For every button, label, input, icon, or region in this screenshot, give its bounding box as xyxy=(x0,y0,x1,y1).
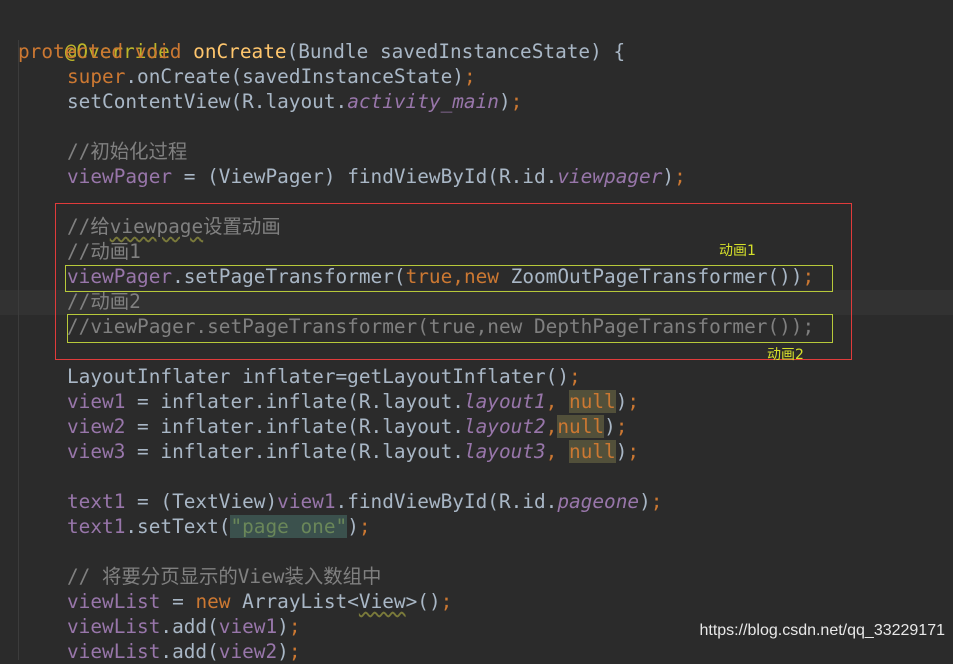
inflate-call: = inflater.inflate(R.layout. xyxy=(125,440,464,463)
semicolon: ; xyxy=(627,440,640,463)
keyword-new: new xyxy=(195,590,231,613)
findview-mid: = (ViewPager) findViewById(R.id. xyxy=(172,165,558,188)
code-line-findviewpager[interactable]: viewPager = (ViewPager) findViewById(R.i… xyxy=(67,164,686,189)
semicolon: ; xyxy=(510,90,523,113)
string-literal: "page one" xyxy=(230,515,348,538)
semicolon: ; xyxy=(650,490,663,513)
null-literal: null xyxy=(569,390,616,413)
code-line-view1[interactable]: view1 = inflater.inflate(R.layout.layout… xyxy=(67,389,639,414)
separator: , xyxy=(545,390,570,413)
layout-field: activity_main xyxy=(347,90,499,113)
setcontent-pre: setContentView(R.layout. xyxy=(67,90,348,113)
null-literal: null xyxy=(569,440,616,463)
var-text1: text1 xyxy=(67,515,126,538)
code-line-signature[interactable]: protected void onCreate(Bundle savedInst… xyxy=(18,39,625,64)
separator: , xyxy=(545,440,570,463)
method-name: onCreate xyxy=(193,40,287,63)
assign: = xyxy=(160,590,196,613)
keyword-protected: protected xyxy=(18,40,124,63)
method-params: (Bundle savedInstanceState) { xyxy=(286,40,626,63)
code-line-viewlist-new[interactable]: viewList = new ArrayList<View>(); xyxy=(67,589,452,614)
keyword-void: void xyxy=(134,40,182,63)
settext-call: .setText( xyxy=(125,515,231,538)
note-anim1: 动画1 xyxy=(719,243,756,259)
var-viewlist: viewList xyxy=(67,640,161,663)
code-line-annotation[interactable]: @Override xyxy=(18,14,170,63)
var-view2: view2 xyxy=(218,640,278,663)
close-paren: ) xyxy=(604,415,616,438)
setcontent-post: ) xyxy=(498,90,511,113)
var-view1: view1 xyxy=(277,490,336,513)
var-view1: view1 xyxy=(67,390,126,413)
id-field: pageone xyxy=(557,490,640,513)
layout-field: layout2 xyxy=(463,415,546,438)
indent-guide xyxy=(18,40,19,660)
inflate-call: = inflater.inflate(R.layout. xyxy=(125,390,464,413)
var-viewlist: viewList xyxy=(67,615,161,638)
code-line-text1-set[interactable]: text1.setText("page one"); xyxy=(67,514,371,539)
findview-post: ) xyxy=(662,165,675,188)
layout-field: layout3 xyxy=(463,440,546,463)
close-paren: ) xyxy=(615,390,628,413)
code-line-comment-init[interactable]: //初始化过程 xyxy=(67,139,187,164)
keyword-super: super xyxy=(67,65,126,88)
code-line-super[interactable]: super.onCreate(savedInstanceState); xyxy=(67,64,476,89)
semicolon: ; xyxy=(358,515,371,538)
add-call: .add( xyxy=(160,615,219,638)
watermark: https://blog.csdn.net/qq_33229171 xyxy=(699,622,945,639)
code-line-setcontentview[interactable]: setContentView(R.layout.activity_main); xyxy=(67,89,522,114)
cast: = (TextView) xyxy=(125,490,278,513)
code-line-view3[interactable]: view3 = inflater.inflate(R.layout.layout… xyxy=(67,439,639,464)
close-paren: ) xyxy=(277,615,289,638)
code-line-inflater[interactable]: LayoutInflater inflater=getLayoutInflate… xyxy=(67,364,581,389)
add-call: .add( xyxy=(160,640,219,663)
code-line-viewlist-add2[interactable]: viewList.add(view2); xyxy=(67,639,301,664)
inflate-call: = inflater.inflate(R.layout. xyxy=(125,415,464,438)
findview-mid: .findViewById(R.id. xyxy=(335,490,558,513)
note-anim2: 动画2 xyxy=(767,347,804,363)
comment-text: //初始化过程 xyxy=(67,140,188,163)
close-paren: ) xyxy=(615,440,628,463)
arraylist-type: ArrayList< xyxy=(230,590,359,613)
separator: , xyxy=(545,415,558,438)
semicolon: ; xyxy=(288,640,301,663)
comment-text: // 将要分页显示的View装入数组中 xyxy=(67,565,382,588)
code-line-comment-list[interactable]: // 将要分页显示的View装入数组中 xyxy=(67,564,381,589)
code-line-view2[interactable]: view2 = inflater.inflate(R.layout.layout… xyxy=(67,414,627,439)
highlight-box-transformer2 xyxy=(67,314,833,343)
semicolon: ; xyxy=(463,65,476,88)
var-text1: text1 xyxy=(67,490,126,513)
semicolon: ; xyxy=(674,165,686,188)
semicolon: ; xyxy=(615,415,628,438)
inflater-decl: LayoutInflater inflater=getLayoutInflate… xyxy=(67,365,569,388)
code-editor[interactable]: @Override protected void onCreate(Bundle… xyxy=(0,0,953,663)
id-field: viewpager xyxy=(557,165,663,188)
super-call: .onCreate(savedInstanceState) xyxy=(125,65,464,88)
semicolon: ; xyxy=(440,590,453,613)
var-view1: view1 xyxy=(218,615,278,638)
code-line-viewlist-add1[interactable]: viewList.add(view1); xyxy=(67,614,301,639)
null-literal: null xyxy=(557,415,605,438)
close-paren: ) xyxy=(277,640,289,663)
code-line-text1-find[interactable]: text1 = (TextView)view1.findViewById(R.i… xyxy=(67,489,662,514)
var-view3: view3 xyxy=(67,440,126,463)
semicolon: ; xyxy=(569,365,581,388)
layout-field: layout1 xyxy=(463,390,546,413)
generic-type: View xyxy=(358,590,406,613)
highlight-box-transformer1 xyxy=(65,265,833,292)
var-viewpager: viewPager xyxy=(67,165,173,188)
semicolon: ; xyxy=(627,390,640,413)
ctor-call: >() xyxy=(405,590,441,613)
var-viewlist: viewList xyxy=(67,590,161,613)
close-paren: ) xyxy=(347,515,359,538)
semicolon: ; xyxy=(288,615,301,638)
var-view2: view2 xyxy=(67,415,126,438)
close-paren: ) xyxy=(639,490,651,513)
